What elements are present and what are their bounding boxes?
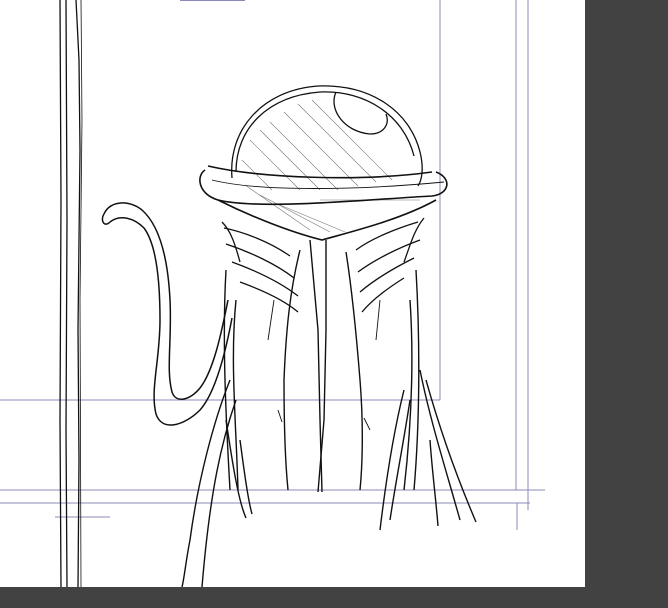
vertical-pole [59,0,83,587]
head-dome [231,85,423,233]
arms [223,239,420,493]
sketch-layer [0,0,545,587]
hands [221,217,425,313]
drawing-workspace[interactable] [0,0,668,608]
pasteboard-bottom [0,587,585,608]
tail [101,202,233,426]
drawing-canvas[interactable] [0,0,585,587]
collar-ring [199,165,448,241]
pasteboard-right [585,0,668,608]
